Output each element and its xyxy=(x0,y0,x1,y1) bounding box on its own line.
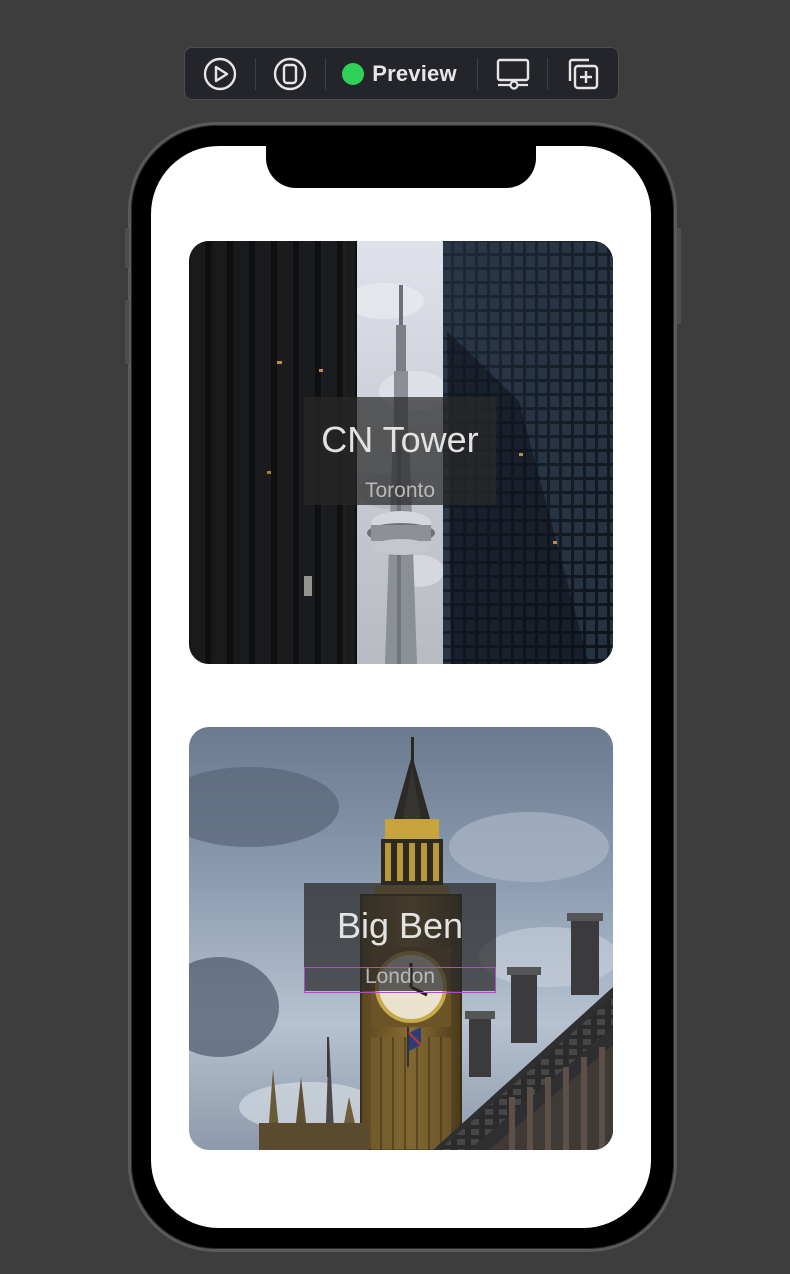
play-circle-icon xyxy=(203,57,236,90)
preview-status-dot xyxy=(342,62,365,85)
duplicate-plus-icon xyxy=(569,58,599,89)
selection-highlight xyxy=(304,967,496,993)
phone-side-button xyxy=(125,228,129,268)
device-selector-button[interactable] xyxy=(256,47,326,100)
phone-side-button xyxy=(125,300,129,364)
device-icon xyxy=(274,57,307,90)
landmark-card[interactable]: Big Ben London xyxy=(189,727,613,1150)
preview-mode-button[interactable]: Preview xyxy=(326,47,477,100)
card-title: CN Tower xyxy=(321,419,479,460)
live-preview-button[interactable] xyxy=(185,47,255,100)
preview-label: Preview xyxy=(372,60,457,86)
phone-notch xyxy=(266,140,536,188)
card-caption: CN Tower Toronto xyxy=(304,397,496,505)
duplicate-preview-button[interactable] xyxy=(548,47,618,100)
display-settings-icon xyxy=(496,58,529,90)
card-title: Big Ben xyxy=(336,905,464,946)
card-caption: Big Ben London xyxy=(304,883,496,993)
card-subtitle: Toronto xyxy=(364,479,436,502)
preview-toolbar: Preview xyxy=(184,47,619,100)
device-settings-button[interactable] xyxy=(478,47,548,100)
phone-side-button xyxy=(677,228,681,324)
landmark-card[interactable]: CN Tower Toronto xyxy=(189,241,613,664)
